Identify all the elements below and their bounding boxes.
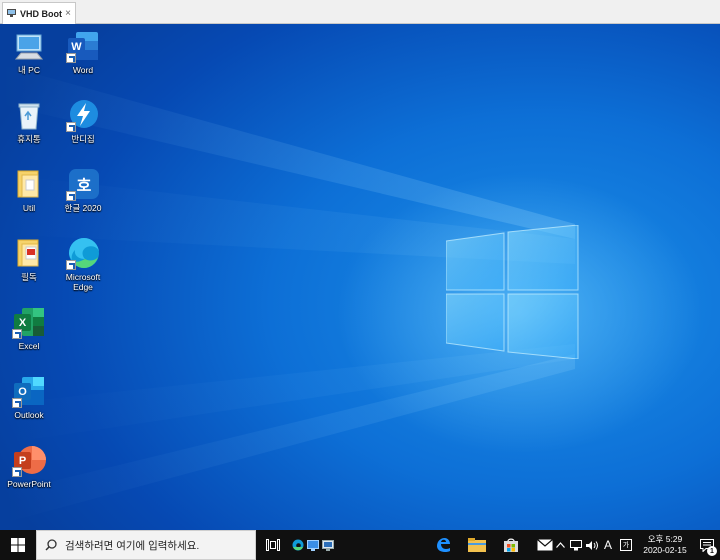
desktop-icon-label: PowerPoint bbox=[7, 479, 51, 489]
desktop-icon-label: 휴지통 bbox=[17, 134, 41, 144]
desktop-icon-label: 반디집 bbox=[71, 134, 95, 144]
taskbar: 검색하려면 여기에 입력하세요. A 가 오후 5:29 2020-02-15 … bbox=[0, 530, 720, 560]
desktop-icon-outlook[interactable]: O Outlook bbox=[1, 374, 57, 420]
folder-icon bbox=[12, 167, 46, 201]
chevron-up-icon bbox=[555, 542, 565, 548]
desktop[interactable]: 내 PC 휴지통 Util 필독 X Excel O Outlook P Pow… bbox=[0, 24, 720, 530]
network-button[interactable] bbox=[568, 530, 584, 560]
this-pc-icon bbox=[12, 29, 46, 63]
desktop-icon-label: Outlook bbox=[14, 410, 44, 420]
search-placeholder: 검색하려면 여기에 입력하세요. bbox=[65, 539, 200, 552]
desktop-icon-label: Word bbox=[72, 65, 94, 75]
vm-tab[interactable]: VHD Boot × bbox=[2, 2, 76, 24]
desktop-icon-label: 필독 bbox=[21, 272, 37, 282]
shortcut-arrow-icon bbox=[66, 53, 76, 63]
taskbar-remote-app[interactable] bbox=[320, 530, 336, 560]
edge-icon bbox=[66, 236, 100, 270]
search-icon bbox=[45, 539, 57, 551]
desktop-icon-word[interactable]: W Word bbox=[55, 29, 111, 75]
taskbar-spacer bbox=[336, 530, 426, 560]
task-view-icon bbox=[266, 539, 280, 551]
bandizip-icon bbox=[66, 98, 100, 132]
taskbar-file-explorer[interactable] bbox=[460, 530, 494, 560]
hangul-icon: 호 bbox=[66, 167, 100, 201]
desktop-icon-label: 한글 2020 bbox=[64, 203, 102, 213]
network-icon bbox=[570, 539, 582, 550]
shortcut-arrow-icon bbox=[12, 329, 22, 339]
desktop-icon-powerpoint[interactable]: P PowerPoint bbox=[1, 443, 57, 489]
monitor-icon bbox=[7, 9, 16, 18]
desktop-icon-bandizip[interactable]: 반디집 bbox=[55, 98, 111, 144]
screen: VHD Boot × 내 PC 휴지통 Util 필독 X Excel O Ou… bbox=[0, 0, 720, 560]
mail-icon bbox=[537, 539, 553, 551]
file-explorer-icon bbox=[468, 538, 486, 552]
remote-desktop-icon bbox=[322, 539, 334, 551]
volume-button[interactable] bbox=[584, 530, 600, 560]
desktop-icon-excel[interactable]: X Excel bbox=[1, 305, 57, 351]
desktop-icon-hangul[interactable]: 호 한글 2020 bbox=[55, 167, 111, 213]
taskbar-monitor-app[interactable] bbox=[306, 530, 320, 560]
show-hidden-icons-button[interactable] bbox=[552, 530, 568, 560]
desktop-icon-recycle-bin[interactable]: 휴지통 bbox=[1, 98, 57, 144]
taskbar-store[interactable] bbox=[494, 530, 528, 560]
shortcut-arrow-icon bbox=[66, 191, 76, 201]
desktop-icon-edge[interactable]: Microsoft Edge bbox=[55, 236, 111, 292]
start-button[interactable] bbox=[0, 530, 36, 560]
input-indicator[interactable]: A bbox=[600, 530, 616, 560]
shortcut-arrow-icon bbox=[66, 260, 76, 270]
recycle-bin-icon bbox=[12, 98, 46, 132]
windows-start-icon bbox=[11, 538, 25, 552]
shortcut-arrow-icon bbox=[66, 122, 76, 132]
system-tray: A 가 오후 5:29 2020-02-15 1 bbox=[552, 530, 720, 560]
clock[interactable]: 오후 5:29 2020-02-15 bbox=[636, 534, 694, 556]
clock-time: 오후 5:29 bbox=[647, 534, 683, 544]
vm-tab-title: VHD Boot bbox=[20, 8, 62, 19]
powerpoint-icon: P bbox=[12, 443, 46, 477]
close-icon[interactable]: × bbox=[65, 8, 71, 19]
ime-mode-label: 가 bbox=[620, 539, 632, 551]
desktop-icon-pildok[interactable]: 필독 bbox=[1, 236, 57, 282]
shortcut-arrow-icon bbox=[12, 398, 22, 408]
edge-legacy-icon bbox=[437, 538, 450, 552]
desktop-icon-util[interactable]: Util bbox=[1, 167, 57, 213]
speaker-icon bbox=[585, 540, 598, 550]
ime-mode-button[interactable]: 가 bbox=[616, 530, 636, 560]
folder-pdf-icon bbox=[12, 236, 46, 270]
taskbar-edge-legacy[interactable] bbox=[426, 530, 460, 560]
outlook-icon: O bbox=[12, 374, 46, 408]
monitor-icon bbox=[307, 539, 319, 551]
desktop-icon-label: Excel bbox=[18, 341, 40, 351]
taskbar-edge-small[interactable] bbox=[290, 530, 306, 560]
desktop-icon-label: Util bbox=[22, 203, 36, 213]
excel-icon: X bbox=[12, 305, 46, 339]
desktop-icon-label: Microsoft Edge bbox=[65, 272, 101, 292]
clock-date: 2020-02-15 bbox=[643, 545, 687, 555]
shortcut-arrow-icon bbox=[12, 467, 22, 477]
task-view-button[interactable] bbox=[256, 530, 290, 560]
search-box[interactable]: 검색하려면 여기에 입력하세요. bbox=[36, 530, 256, 560]
notification-count-badge: 1 bbox=[707, 546, 717, 556]
edge-icon bbox=[292, 539, 304, 551]
desktop-icon-this-pc[interactable]: 내 PC bbox=[1, 29, 57, 75]
desktop-icon-label: 내 PC bbox=[18, 65, 40, 75]
action-center-button[interactable]: 1 bbox=[694, 530, 720, 560]
store-icon bbox=[504, 538, 518, 552]
windows-logo-wallpaper bbox=[446, 225, 579, 359]
word-icon: W bbox=[66, 29, 100, 63]
vm-tab-bar: VHD Boot × bbox=[0, 0, 720, 24]
